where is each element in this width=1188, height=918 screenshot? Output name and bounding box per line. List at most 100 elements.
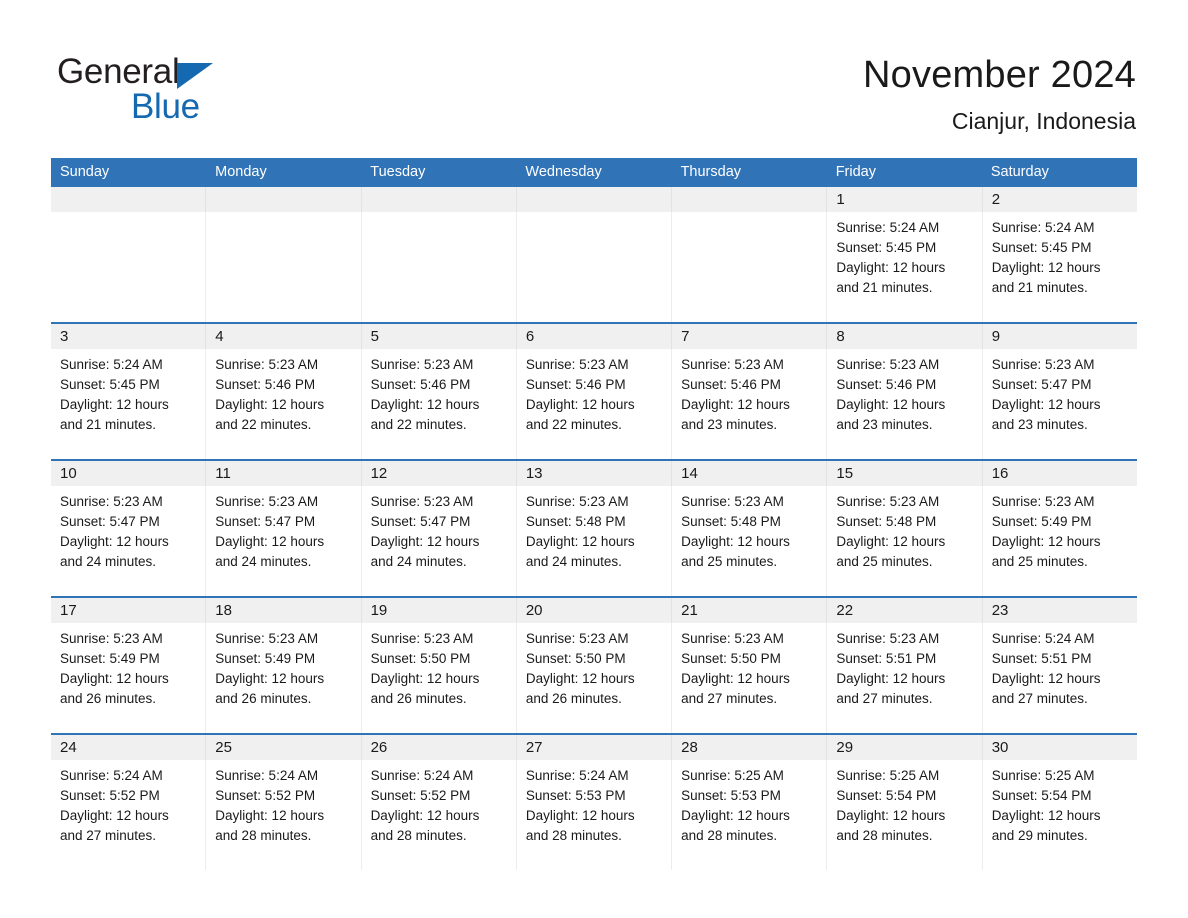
day-cell-13[interactable]: Sunrise: 5:23 AM Sunset: 5:48 PM Daylight:… <box>515 486 671 596</box>
day-cell-26[interactable]: Sunrise: 5:24 AM Sunset: 5:52 PM Daylight:… <box>360 760 516 870</box>
day-number-29[interactable]: 29 <box>826 735 981 760</box>
calendar-page: General Blue November 2024 Cianjur, Indo… <box>0 0 1188 918</box>
day-number-4[interactable]: 4 <box>205 324 360 349</box>
day-number-26[interactable]: 26 <box>360 735 516 760</box>
day-cell-9[interactable]: Sunrise: 5:23 AM Sunset: 5:47 PM Daylight:… <box>981 349 1137 459</box>
sunrise-text: Sunrise: 5:23 AM <box>681 494 784 509</box>
weekday-header-friday: Friday <box>835 164 876 180</box>
day-number-27[interactable]: 27 <box>515 735 671 760</box>
daylight-text-line2: and 21 minutes. <box>836 280 933 295</box>
day-number-24[interactable]: 24 <box>51 735 205 760</box>
daylight-text-line1: Daylight: 12 hours <box>370 534 480 549</box>
day-number-11[interactable]: 11 <box>205 461 360 486</box>
sunrise-text: Sunrise: 5:23 AM <box>370 494 474 509</box>
daylight-text-line2: and 28 minutes. <box>215 828 312 843</box>
day-cell-24[interactable]: Sunrise: 5:24 AM Sunset: 5:52 PM Daylight:… <box>51 760 205 870</box>
day-cell-15[interactable]: Sunrise: 5:23 AM Sunset: 5:48 PM Daylight:… <box>826 486 981 596</box>
day-cell-29[interactable]: Sunrise: 5:25 AM Sunset: 5:54 PM Daylight:… <box>826 760 981 870</box>
day-cell-6[interactable]: Sunrise: 5:23 AM Sunset: 5:46 PM Daylight:… <box>515 349 671 459</box>
sunrise-text: Sunrise: 5:24 AM <box>370 768 474 783</box>
day-cell-16[interactable]: Sunrise: 5:23 AM Sunset: 5:49 PM Daylight:… <box>981 486 1137 596</box>
week-detail-band: Sunrise: 5:23 AM Sunset: 5:49 PM Daylight:… <box>51 623 1137 733</box>
daylight-text-line1: Daylight: 12 hours <box>681 397 790 412</box>
daylight-text-line2: and 27 minutes. <box>991 691 1088 706</box>
day-number-2[interactable]: 2 <box>981 187 1137 212</box>
sunset-text: Sunset: 5:54 PM <box>991 788 1092 803</box>
day-cell-7[interactable]: Sunrise: 5:23 AM Sunset: 5:46 PM Daylight:… <box>671 349 826 459</box>
day-number-10[interactable]: 10 <box>51 461 205 486</box>
day-number-12[interactable]: 12 <box>360 461 516 486</box>
day-number-21[interactable]: 21 <box>671 598 826 623</box>
day-cell-3[interactable]: Sunrise: 5:24 AM Sunset: 5:45 PM Daylight:… <box>51 349 205 459</box>
sunrise-text: Sunrise: 5:24 AM <box>60 768 163 783</box>
daylight-text-line1: Daylight: 12 hours <box>370 808 480 823</box>
day-number-7[interactable]: 7 <box>671 324 826 349</box>
day-cell-19[interactable]: Sunrise: 5:23 AM Sunset: 5:50 PM Daylight:… <box>360 623 516 733</box>
daylight-text-line1: Daylight: 12 hours <box>215 397 325 412</box>
day-cell-2[interactable]: Sunrise: 5:24 AM Sunset: 5:45 PM Daylight:… <box>981 212 1137 322</box>
sunrise-text: Sunrise: 5:24 AM <box>525 768 629 783</box>
day-number-30[interactable]: 30 <box>981 735 1137 760</box>
day-cell-22[interactable]: Sunrise: 5:23 AM Sunset: 5:51 PM Daylight:… <box>826 623 981 733</box>
day-cell-4[interactable]: Sunrise: 5:23 AM Sunset: 5:46 PM Daylight:… <box>205 349 360 459</box>
sunset-text: Sunset: 5:49 PM <box>215 651 316 666</box>
sunset-text: Sunset: 5:47 PM <box>991 377 1092 392</box>
generalblue-logo[interactable]: General Blue <box>57 52 357 132</box>
day-number-3[interactable]: 3 <box>51 324 205 349</box>
day-cell-18[interactable]: Sunrise: 5:23 AM Sunset: 5:49 PM Daylight:… <box>205 623 360 733</box>
day-number-6[interactable]: 6 <box>515 324 671 349</box>
sunrise-text: Sunrise: 5:23 AM <box>370 357 474 372</box>
day-cell-30[interactable]: Sunrise: 5:25 AM Sunset: 5:54 PM Daylight:… <box>981 760 1137 870</box>
daylight-text-line1: Daylight: 12 hours <box>60 808 169 823</box>
week-row: 1 2 Sunrise: 5:24 AM Sunset: 5:45 PM Dayligh… <box>51 187 1137 322</box>
day-cell-5[interactable]: Sunrise: 5:23 AM Sunset: 5:46 PM Daylight:… <box>360 349 516 459</box>
day-number-28[interactable]: 28 <box>671 735 826 760</box>
day-number-8[interactable]: 8 <box>826 324 981 349</box>
day-number-empty <box>671 187 826 212</box>
sunrise-text: Sunrise: 5:23 AM <box>60 494 163 509</box>
daylight-text-line1: Daylight: 12 hours <box>991 534 1101 549</box>
day-cell-8[interactable]: Sunrise: 5:23 AM Sunset: 5:46 PM Daylight:… <box>826 349 981 459</box>
day-cell-23[interactable]: Sunrise: 5:24 AM Sunset: 5:51 PM Daylight:… <box>981 623 1137 733</box>
day-cell-20[interactable]: Sunrise: 5:23 AM Sunset: 5:50 PM Daylight:… <box>515 623 671 733</box>
day-number-empty <box>515 187 671 212</box>
day-cell-21[interactable]: Sunrise: 5:23 AM Sunset: 5:50 PM Daylight:… <box>671 623 826 733</box>
sunrise-text: Sunrise: 5:24 AM <box>215 768 319 783</box>
day-number-25[interactable]: 25 <box>205 735 360 760</box>
day-number-17[interactable]: 17 <box>51 598 205 623</box>
day-cell-1[interactable]: Sunrise: 5:24 AM Sunset: 5:45 PM Daylight:… <box>826 212 981 322</box>
daylight-text-line2: and 22 minutes. <box>215 417 312 432</box>
day-number-9[interactable]: 9 <box>981 324 1137 349</box>
day-cell-14[interactable]: Sunrise: 5:23 AM Sunset: 5:48 PM Daylight:… <box>671 486 826 596</box>
sunrise-text: Sunrise: 5:25 AM <box>681 768 784 783</box>
day-cell-28[interactable]: Sunrise: 5:25 AM Sunset: 5:53 PM Daylight:… <box>671 760 826 870</box>
day-cell-17[interactable]: Sunrise: 5:23 AM Sunset: 5:49 PM Daylight:… <box>51 623 205 733</box>
day-number-16[interactable]: 16 <box>981 461 1137 486</box>
day-number-19[interactable]: 19 <box>360 598 516 623</box>
daylight-text-line2: and 25 minutes. <box>836 554 933 569</box>
day-number-23[interactable]: 23 <box>981 598 1137 623</box>
sunrise-text: Sunrise: 5:24 AM <box>991 631 1095 646</box>
title-block: November 2024 Cianjur, Indonesia <box>863 52 1136 136</box>
day-number-13[interactable]: 13 <box>515 461 671 486</box>
day-cell-12[interactable]: Sunrise: 5:23 AM Sunset: 5:47 PM Daylight:… <box>360 486 516 596</box>
day-number-14[interactable]: 14 <box>671 461 826 486</box>
day-number-1[interactable]: 1 <box>826 187 981 212</box>
week-detail-band: Sunrise: 5:24 AM Sunset: 5:45 PM Daylight:… <box>51 349 1137 459</box>
daylight-text-line1: Daylight: 12 hours <box>991 260 1101 275</box>
daylight-text-line1: Daylight: 12 hours <box>681 808 790 823</box>
day-number-18[interactable]: 18 <box>205 598 360 623</box>
day-number-15[interactable]: 15 <box>826 461 981 486</box>
day-cell-25[interactable]: Sunrise: 5:24 AM Sunset: 5:52 PM Daylight:… <box>205 760 360 870</box>
day-number-5[interactable]: 5 <box>360 324 516 349</box>
day-cell-27[interactable]: Sunrise: 5:24 AM Sunset: 5:53 PM Daylight:… <box>515 760 671 870</box>
sunset-text: Sunset: 5:50 PM <box>525 651 626 666</box>
day-cell-11[interactable]: Sunrise: 5:23 AM Sunset: 5:47 PM Daylight:… <box>205 486 360 596</box>
weekday-header-thursday: Thursday <box>680 164 742 180</box>
day-number-22[interactable]: 22 <box>826 598 981 623</box>
weekday-header-row: Sunday Monday Tuesday Wednesday Thursday Frid… <box>51 158 1137 187</box>
day-cell-10[interactable]: Sunrise: 5:23 AM Sunset: 5:47 PM Daylight:… <box>51 486 205 596</box>
sunrise-text: Sunrise: 5:25 AM <box>836 768 940 783</box>
week-row: 3 4 5 6 7 8 9 Sunrise: 5:24 AM Sunset: 5:45 PM Da… <box>51 322 1137 459</box>
day-number-20[interactable]: 20 <box>515 598 671 623</box>
